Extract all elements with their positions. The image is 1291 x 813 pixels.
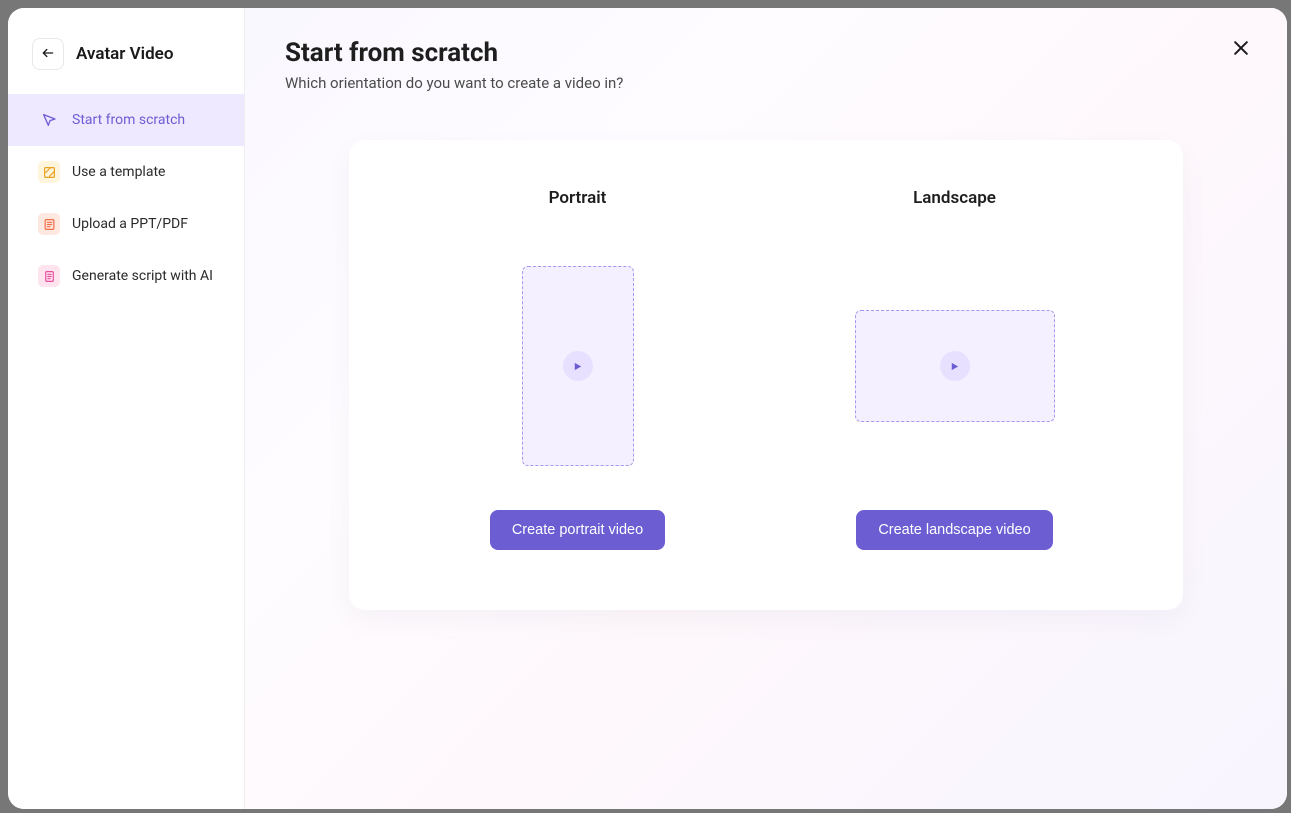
landscape-preview[interactable]: [855, 310, 1055, 422]
page-title: Start from scratch: [285, 38, 1247, 68]
sidebar-title: Avatar Video: [76, 44, 173, 64]
modal-container: Avatar Video Start from scratch Use a te…: [8, 8, 1287, 809]
sidebar-item-ai[interactable]: Generate script with AI: [8, 250, 244, 302]
sidebar-item-scratch[interactable]: Start from scratch: [8, 94, 244, 146]
portrait-option: Portrait Create portrait video: [399, 188, 756, 550]
landscape-title: Landscape: [913, 188, 996, 208]
create-portrait-button[interactable]: Create portrait video: [490, 510, 665, 550]
landscape-option: Landscape Create landscape video: [776, 188, 1133, 550]
sidebar-item-template[interactable]: Use a template: [8, 146, 244, 198]
sidebar-item-label: Upload a PPT/PDF: [72, 216, 188, 232]
cursor-icon: [38, 109, 60, 131]
template-icon: [38, 161, 60, 183]
create-landscape-button[interactable]: Create landscape video: [856, 510, 1052, 550]
document-icon: [38, 213, 60, 235]
sidebar-item-label: Use a template: [72, 164, 165, 180]
back-button[interactable]: [32, 38, 64, 70]
play-icon: [563, 351, 593, 381]
sidebar-item-upload[interactable]: Upload a PPT/PDF: [8, 198, 244, 250]
sidebar-header: Avatar Video: [8, 8, 244, 94]
portrait-preview[interactable]: [522, 266, 634, 466]
arrow-left-icon: [41, 46, 55, 63]
sidebar-item-label: Generate script with AI: [72, 268, 213, 284]
ai-script-icon: [38, 265, 60, 287]
orientation-card: Portrait Create portrait video Landscape: [349, 140, 1183, 610]
play-icon: [940, 351, 970, 381]
close-icon: [1231, 38, 1251, 62]
sidebar-nav: Start from scratch Use a template Upload…: [8, 94, 244, 302]
sidebar: Avatar Video Start from scratch Use a te…: [8, 8, 245, 809]
close-button[interactable]: [1227, 36, 1255, 64]
landscape-preview-area: [855, 266, 1055, 466]
page-subtitle: Which orientation do you want to create …: [285, 74, 1247, 92]
portrait-preview-area: [522, 266, 634, 466]
content-area: Start from scratch Which orientation do …: [245, 8, 1287, 809]
sidebar-item-label: Start from scratch: [72, 112, 185, 128]
portrait-title: Portrait: [549, 188, 607, 208]
